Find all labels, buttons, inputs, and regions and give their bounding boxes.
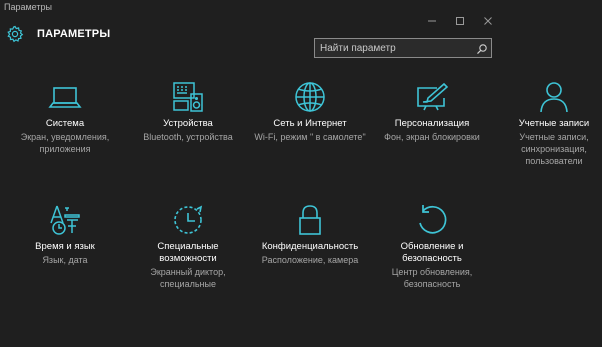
tile-description: Учетные записи, синхронизация, пользоват…	[519, 132, 589, 166]
tile-description: Экранный диктор, специальные	[150, 267, 226, 289]
tile-title: Система	[45, 118, 85, 129]
time-language-icon	[5, 203, 125, 237]
close-button[interactable]	[479, 14, 497, 28]
person-icon	[494, 80, 602, 114]
tile-network[interactable]: Сеть и Интернет Wi-Fi, режим " в самолет…	[250, 80, 370, 143]
devices-icon	[128, 80, 248, 114]
tile-description: Wi-Fi, режим " в самолете"	[254, 132, 366, 142]
tile-title: Сеть и Интернет	[273, 118, 347, 129]
tile-title: Время и язык	[35, 241, 95, 252]
tile-title: Персонализация	[394, 118, 470, 129]
tile-description: Экран, уведомления, приложения	[20, 132, 110, 154]
lock-icon	[250, 203, 370, 237]
tile-system[interactable]: Система Экран, уведомления, приложения	[5, 80, 125, 155]
ease-of-access-icon	[128, 203, 248, 237]
laptop-icon	[5, 80, 125, 114]
globe-icon	[250, 80, 370, 114]
tile-update-security[interactable]: Обновление и безопасность Центр обновлен…	[372, 203, 492, 290]
tile-privacy[interactable]: Конфиденциальность Расположение, камера	[250, 203, 370, 266]
tile-title: Конфиденциальность	[261, 241, 359, 252]
tile-accounts[interactable]: Учетные записи Учетные записи, синхрониз…	[494, 80, 602, 167]
minimize-button[interactable]	[423, 14, 441, 28]
tile-description: Язык, дата	[42, 255, 88, 265]
tile-description: Bluetooth, устройства	[143, 132, 233, 142]
settings-gear-icon	[6, 25, 24, 43]
tile-title: Устройства	[163, 118, 213, 129]
page-title: ПАРАМЕТРЫ	[37, 28, 111, 40]
maximize-button[interactable]	[451, 14, 469, 28]
maximize-icon	[456, 17, 464, 25]
tile-description: Фон, экран блокировки	[384, 132, 480, 142]
title-bar: Параметры	[0, 0, 602, 25]
search-icon[interactable]	[476, 42, 488, 55]
search-box[interactable]	[314, 38, 492, 58]
update-icon	[372, 203, 492, 237]
personalization-icon	[372, 80, 492, 114]
tile-description: Расположение, камера	[261, 255, 359, 265]
tile-title: Обновление и безопасность	[400, 241, 464, 264]
minimize-icon	[428, 20, 436, 22]
tile-description: Центр обновления, безопасность	[391, 267, 473, 289]
tile-title: Учетные записи	[518, 118, 590, 129]
close-icon	[484, 17, 492, 25]
tile-title: Специальные возможности	[157, 241, 219, 264]
tile-personalization[interactable]: Персонализация Фон, экран блокировки	[372, 80, 492, 143]
tile-devices[interactable]: Устройства Bluetooth, устройства	[128, 80, 248, 143]
window-title: Параметры	[4, 2, 52, 12]
tile-ease-of-access[interactable]: Специальные возможности Экранный диктор,…	[128, 203, 248, 290]
tile-time-language[interactable]: Время и язык Язык, дата	[5, 203, 125, 266]
search-input[interactable]	[315, 39, 473, 57]
